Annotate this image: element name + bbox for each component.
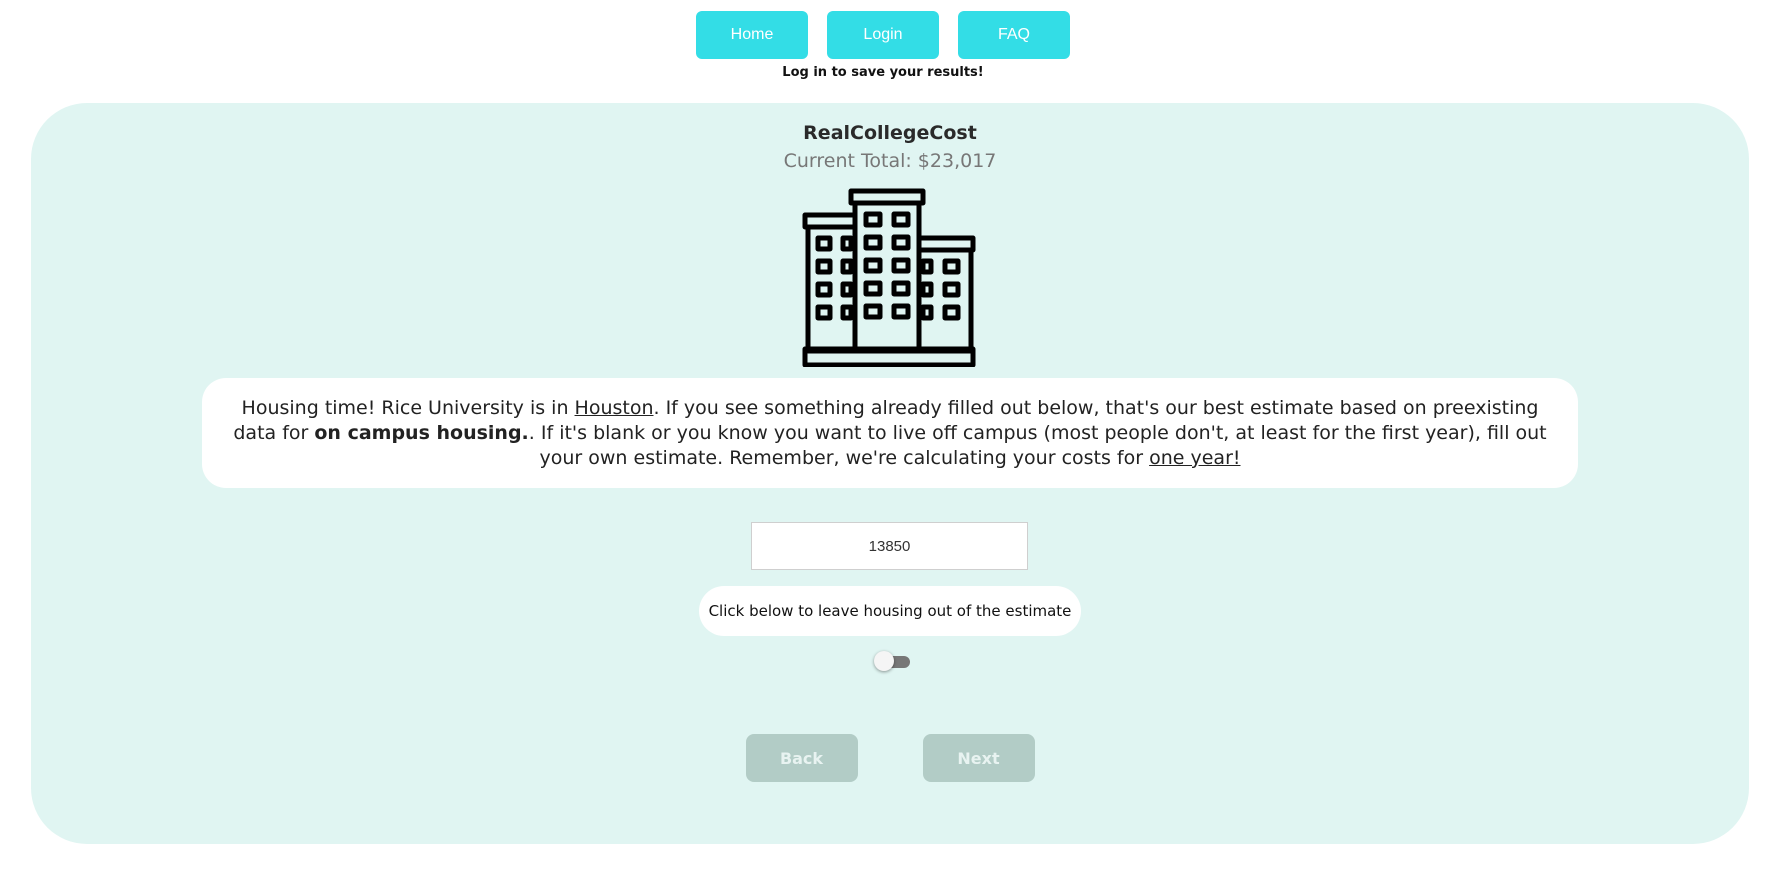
info-text-1: Housing time! Rice University is in [241,397,575,419]
next-button[interactable]: Next [922,734,1035,782]
exclude-housing-toggle[interactable] [874,651,910,671]
toggle-label: Click below to leave housing out of the … [708,602,1072,620]
step-navigation: Back Next [31,734,1749,782]
housing-type: on campus housing. [314,422,529,444]
housing-info-box: Housing time! Rice University is in Hous… [202,378,1578,488]
city-link: Houston [574,397,654,419]
login-note: Log in to save your results! [782,65,984,80]
current-total: Current Total: $23,017 [783,150,997,172]
main-panel: RealCollegeCost Current Total: $23,017 H… [31,103,1749,844]
home-button[interactable]: Home [696,11,808,59]
top-nav: Home Login FAQ [0,11,1766,59]
page-title: RealCollegeCost [803,122,977,144]
toggle-thumb [874,651,894,671]
info-text-3: . If it's blank or you know you want to … [528,422,1547,469]
apartment-building-icon [802,188,976,367]
toggle-label-box: Click below to leave housing out of the … [699,586,1081,636]
back-button[interactable]: Back [745,734,858,782]
login-button[interactable]: Login [827,11,939,59]
one-year-emphasis: one year! [1149,447,1241,469]
housing-cost-input[interactable] [751,522,1028,570]
faq-button[interactable]: FAQ [958,11,1070,59]
